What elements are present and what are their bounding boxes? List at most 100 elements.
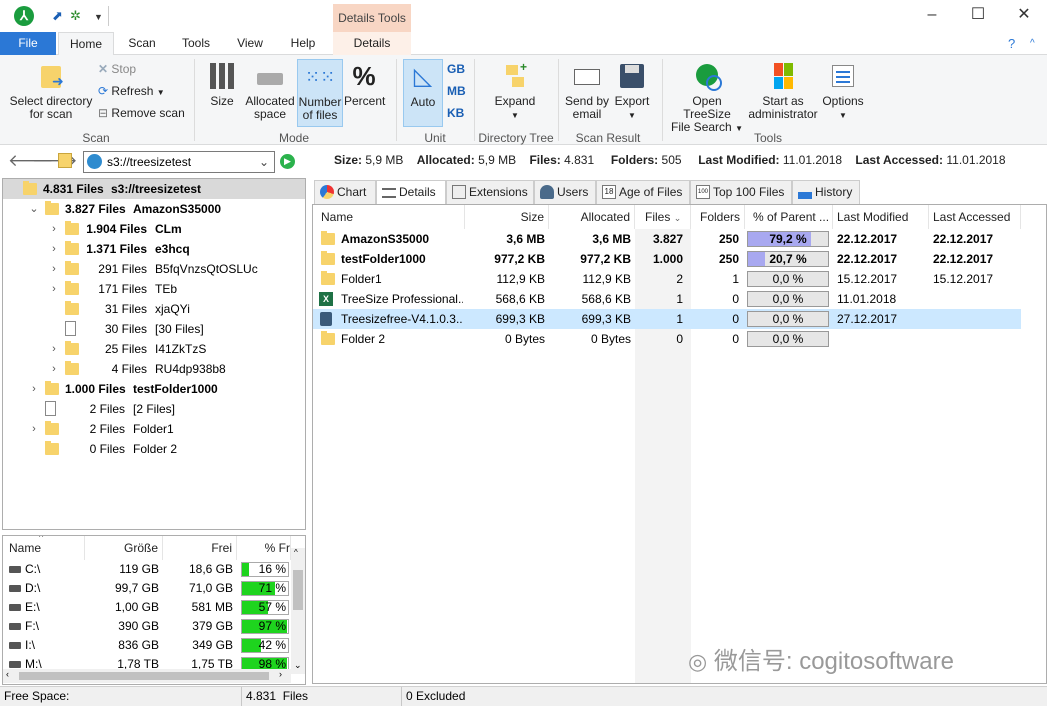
expand-button[interactable]: + Expand ▼ [488,61,542,122]
tab-home[interactable]: Home [58,32,114,56]
mode-number-of-files-button[interactable]: ⁙⁙ Number of files [297,59,343,127]
tree-row[interactable]: 30 Files [30 Files] [3,319,305,339]
details-row[interactable]: Treesizefree-V4.1.0.3... 699,3 KB 699,3 KB… [313,309,1021,329]
unit-gb-button[interactable]: GB [447,59,465,79]
quick-access-dropdown-icon[interactable]: ▼ [94,12,103,22]
mode-percent-button[interactable]: % Percent [344,61,385,108]
collapsed-chevron-icon[interactable]: › [29,379,39,399]
tree-row[interactable]: › 1.904 Files CLm [3,219,305,239]
mode-size-button[interactable]: Size [202,61,242,108]
go-play-icon[interactable]: ▶ [280,154,295,169]
details-row[interactable]: AmazonS35000 3,6 MB 3,6 MB 3.827 250 22.12.20… [313,229,1021,249]
tab-scan[interactable]: Scan [116,32,168,55]
col-last-accessed[interactable]: Last Accessed [929,205,1021,229]
tab-help[interactable]: Help [280,32,326,55]
collapsed-chevron-icon[interactable]: › [49,259,59,279]
col-size[interactable]: Size [465,205,549,229]
tab-details-view[interactable]: Details [376,180,446,205]
tree-row[interactable]: 2 Files [2 Files] [3,399,305,419]
export-button[interactable]: Export ▼ [612,61,652,122]
tree-row[interactable]: › 25 Files I41ZkTzS [3,339,305,359]
col-percent-of-parent[interactable]: % of Parent ... [745,205,833,229]
collapse-ribbon-icon[interactable]: ^ [1030,38,1035,49]
col-last-modified[interactable]: Last Modified [833,205,929,229]
details-row[interactable]: testFolder1000 977,2 KB 977,2 KB 1.000 250 22… [313,249,1021,269]
remove-scan-button[interactable]: ⊟ Remove scan [98,103,185,123]
tree-row[interactable]: › 1.000 Files testFolder1000 [3,379,305,399]
close-button[interactable]: ✕ [1001,0,1047,32]
details-grid[interactable]: Name Size Allocated Files ⌄ Folders % of… [312,204,1047,684]
details-row[interactable]: Folder 2 0 Bytes 0 Bytes 0 0 0,0 % [313,329,1021,349]
tree-row[interactable]: › 2 Files Folder1 [3,419,305,439]
drive-scrollbar-vertical[interactable]: ^ ⌄ [291,548,305,674]
scroll-up-icon[interactable]: ^ [294,548,298,557]
options-button[interactable]: Options ▼ [820,61,866,122]
scroll-down-icon[interactable]: ⌄ [294,660,302,671]
drive-col-free[interactable]: Frei [163,536,237,560]
help-icon[interactable]: ? [1008,36,1015,51]
tree-row[interactable]: ⌄ 3.827 Files AmazonS35000 [3,199,305,219]
tab-chart[interactable]: Chart [314,180,376,204]
tree-row[interactable]: › 1.371 Files e3hcq [3,239,305,259]
start-as-admin-button[interactable]: Start as administrator [748,61,818,121]
details-row[interactable]: Folder1 112,9 KB 112,9 KB 2 1 15.12.2017 15.12… [313,269,1021,289]
directory-tree[interactable]: 4.831 Files s3://treesizetest ⌄ 3.827 Files… [2,178,306,530]
scroll-left-icon[interactable]: ‹ [6,669,9,679]
collapsed-chevron-icon[interactable]: › [49,279,59,299]
select-directory-button[interactable]: ➜ Select directory for scan [8,61,94,121]
tab-tools[interactable]: Tools [170,32,222,55]
tab-extensions[interactable]: Extensions [446,180,534,204]
tab-top-100-files[interactable]: 100 Top 100 Files [690,180,792,204]
minimize-button[interactable]: – [909,0,955,32]
mode-allocated-button[interactable]: Allocated space [244,61,296,121]
parent-folder-icon[interactable] [58,153,72,168]
open-file-search-button[interactable]: Open TreeSize File Search ▼ [668,61,746,135]
collapsed-chevron-icon[interactable]: › [49,339,59,359]
refresh-button[interactable]: ⟳ Refresh ▼ [98,81,165,103]
scroll-thumb[interactable] [293,570,303,610]
tab-view[interactable]: View [226,32,274,55]
col-files[interactable]: Files ⌄ [635,205,691,229]
tab-details[interactable]: Details [333,32,411,55]
drive-col-size[interactable]: Größe [85,536,163,560]
scroll-right-icon[interactable]: › [279,669,282,679]
col-folders[interactable]: Folders [691,205,745,229]
scan-icon[interactable]: ✲ [70,8,81,24]
tree-row[interactable]: 31 Files xjaQYi [3,299,305,319]
scroll-thumb-horizontal[interactable] [19,672,269,680]
tab-file[interactable]: File [0,32,56,55]
unit-mb-button[interactable]: MB [447,81,466,101]
drive-col-percent-free[interactable]: % Fr [239,536,291,560]
drive-row[interactable]: F:\ 390 GB 379 GB 97 % [3,617,293,636]
tree-row[interactable]: 0 Files Folder 2 [3,439,305,459]
tab-users[interactable]: Users [534,180,596,204]
drive-col-name[interactable]: Name [9,536,85,560]
drive-row[interactable]: E:\ 1,00 GB 581 MB 57 % [3,598,293,617]
drive-scrollbar-horizontal[interactable]: ‹ › [3,669,291,683]
maximize-button[interactable]: ☐ [955,0,1001,32]
tree-row[interactable]: › 4 Files RU4dp938b8 [3,359,305,379]
collapsed-chevron-icon[interactable]: › [29,419,39,439]
drive-list[interactable]: Name Größe Frei % Fr ^ C:\ 119 GB 18,6 GB 1… [2,535,306,685]
stop-button[interactable]: ✕ Stop [98,59,136,79]
details-row[interactable]: X TreeSize Professional... 568,6 KB 568,6 K… [313,289,1021,309]
tree-row[interactable]: › 171 Files TEb [3,279,305,299]
drive-row[interactable]: D:\ 99,7 GB 71,0 GB 71 % [3,579,293,598]
collapsed-chevron-icon[interactable]: › [49,359,59,379]
collapsed-chevron-icon[interactable]: › [49,219,59,239]
chevron-down-icon[interactable]: ⌄ [259,152,269,172]
path-combobox[interactable]: s3://treesizetest ⌄ [83,151,275,173]
tab-age-of-files[interactable]: 18 Age of Files [596,180,690,204]
tab-history[interactable]: History [792,180,860,204]
expanded-chevron-icon[interactable]: ⌄ [29,199,39,219]
col-name[interactable]: Name [313,205,465,229]
unit-kb-button[interactable]: KB [447,103,464,123]
collapsed-chevron-icon[interactable]: › [49,239,59,259]
col-allocated[interactable]: Allocated [549,205,635,229]
tree-row[interactable]: › 291 Files B5fqVnzsQtOSLUc [3,259,305,279]
tree-row[interactable]: 4.831 Files s3://treesizetest [3,179,305,199]
drive-row[interactable]: I:\ 836 GB 349 GB 42 % [3,636,293,655]
send-by-email-button[interactable]: Send by email [562,61,612,121]
up-arrow-icon[interactable]: ⬈ [52,8,63,24]
unit-auto-button[interactable]: ◺ Auto [403,59,443,127]
